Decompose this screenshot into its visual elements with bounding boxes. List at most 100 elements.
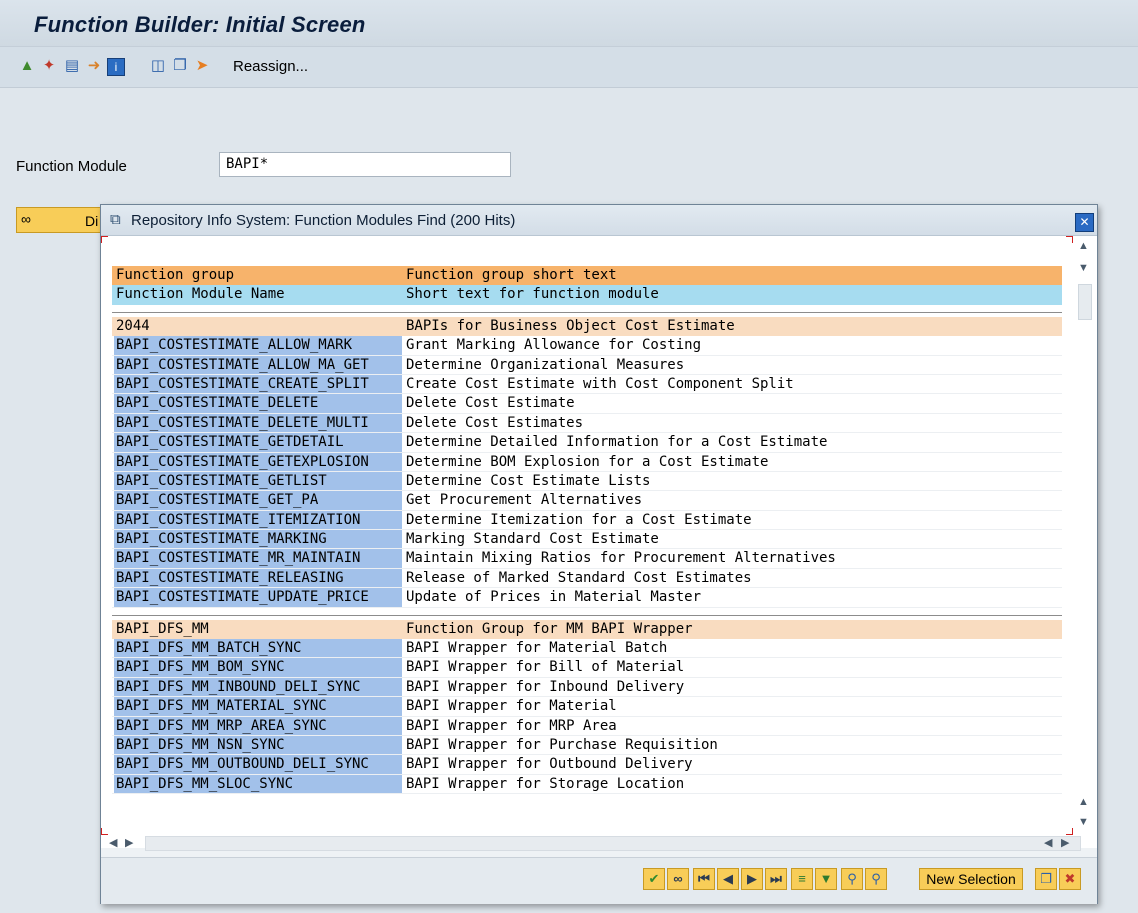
function-module-row[interactable]: BAPI_DFS_MM_INBOUND_DELI_SYNC BAPI Wrappe…: [112, 677, 1062, 698]
scroll-right-icon[interactable]: ▶: [1061, 836, 1069, 849]
function-module-text: BAPI Wrapper for Material Batch: [406, 640, 668, 657]
copy-icon[interactable]: ❐: [1035, 868, 1057, 890]
scroll-down-icon[interactable]: ▼: [1078, 262, 1089, 274]
dialog-title: Repository Info System: Function Modules…: [131, 212, 516, 229]
transport-icon[interactable]: ➜: [84, 56, 104, 76]
function-module-name: BAPI_COSTESTIMATE_GETEXPLOSION: [114, 452, 402, 471]
function-module-row[interactable]: BAPI_COSTESTIMATE_RELEASING Release of Ma…: [112, 568, 1062, 589]
function-group-row[interactable]: 2044 BAPIs for Business Object Cost Estim…: [112, 316, 1062, 337]
function-module-row[interactable]: BAPI_COSTESTIMATE_MR_MAINTAIN Maintain Mi…: [112, 549, 1062, 569]
function-module-row[interactable]: BAPI_COSTESTIMATE_DELETE Delete Cost Esti…: [112, 394, 1062, 414]
function-module-name: BAPI_COSTESTIMATE_DELETE_MULTI: [114, 413, 402, 433]
sort-icon[interactable]: ≡: [791, 868, 813, 890]
function-module-text: Delete Cost Estimates: [406, 414, 584, 431]
function-module-row[interactable]: BAPI_DFS_MM_SLOC_SYNC BAPI Wrapper for St…: [112, 774, 1062, 795]
object-list-icon[interactable]: ▲: [17, 56, 37, 76]
function-module-name: BAPI_COSTESTIMATE_GET_PA: [114, 491, 402, 510]
horizontal-scrollbar[interactable]: ◀ ▶ ◀ ▶: [101, 833, 1097, 855]
copy-icon[interactable]: ❐: [170, 56, 190, 76]
scroll-track[interactable]: [145, 836, 1081, 851]
reassign-button[interactable]: Reassign...: [233, 58, 308, 75]
function-module-row[interactable]: BAPI_COSTESTIMATE_GET_PA Get Procurement …: [112, 491, 1062, 511]
application-toolbar: ▲ ✦ ▤ ➜ i ◫ ❐ ➤ Reassign...: [0, 47, 1138, 88]
function-module-text: Determine Itemization for a Cost Estimat…: [406, 511, 752, 528]
confirm-icon[interactable]: ✔: [643, 868, 665, 890]
function-module-name: BAPI_COSTESTIMATE_ITEMIZATION: [114, 510, 402, 530]
function-module-row[interactable]: BAPI_COSTESTIMATE_ALLOW_MARK Grant Markin…: [112, 336, 1062, 356]
function-module-row[interactable]: BAPI_COSTESTIMATE_MARKING Marking Standar…: [112, 530, 1062, 550]
function-module-name: BAPI_DFS_MM_NSN_SYNC: [114, 735, 402, 755]
function-module-row[interactable]: BAPI_COSTESTIMATE_UPDATE_PRICE Update of …: [112, 588, 1062, 608]
title-bar: Function Builder: Initial Screen: [0, 0, 1138, 47]
first-page-icon[interactable]: ⏮: [693, 868, 715, 890]
function-module-row[interactable]: BAPI_COSTESTIMATE_CREATE_SPLIT Create Cos…: [112, 374, 1062, 395]
column-header-module-name: Function Module Name: [116, 286, 285, 303]
delete-icon[interactable]: ◫: [148, 56, 168, 76]
function-module-row[interactable]: BAPI_COSTESTIMATE_DELETE_MULTI Delete Cos…: [112, 413, 1062, 434]
function-module-row[interactable]: BAPI_DFS_MM_NSN_SYNC BAPI Wrapper for Pur…: [112, 735, 1062, 756]
filter-icon[interactable]: ▼: [815, 868, 837, 890]
scroll-right-icon[interactable]: ▶: [125, 836, 133, 849]
function-group-text: BAPIs for Business Object Cost Estimate: [406, 317, 735, 334]
function-module-text: BAPI Wrapper for Storage Location: [406, 775, 685, 792]
function-module-input[interactable]: BAPI*: [219, 152, 511, 177]
scroll-left-icon[interactable]: ◀: [109, 836, 117, 849]
header-row-module: Function Module Name Short text for func…: [112, 285, 1062, 305]
function-module-text: BAPI Wrapper for Bill of Material: [406, 659, 685, 676]
scroll-thumb[interactable]: [1078, 284, 1092, 320]
find-icon[interactable]: ⚲: [841, 868, 863, 890]
dialog-title-bar: ⧉ Repository Info System: Function Modul…: [101, 205, 1097, 236]
function-module-row[interactable]: BAPI_DFS_MM_MATERIAL_SYNC BAPI Wrapper fo…: [112, 697, 1062, 717]
function-module-text: Grant Marking Allowance for Costing: [406, 337, 702, 354]
function-module-text: Marking Standard Cost Estimate: [406, 531, 659, 548]
function-module-row[interactable]: BAPI_COSTESTIMATE_ITEMIZATION Determine I…: [112, 510, 1062, 531]
glasses-icon[interactable]: ∞: [667, 868, 689, 890]
column-header-module-text: Short text for function module: [406, 286, 659, 303]
function-module-row[interactable]: BAPI_COSTESTIMATE_GETDETAIL Determine Det…: [112, 433, 1062, 453]
function-module-name: BAPI_COSTESTIMATE_RELEASING: [114, 568, 402, 588]
dialog-content: Function group Function group short text…: [101, 236, 1097, 848]
function-module-text: Determine Detailed Information for a Cos…: [406, 434, 828, 451]
cancel-icon[interactable]: ✖: [1059, 868, 1081, 890]
function-module-text: Determine Cost Estimate Lists: [406, 472, 651, 489]
function-group-text: Function Group for MM BAPI Wrapper: [406, 620, 693, 637]
print-icon[interactable]: ▤: [62, 56, 82, 76]
function-module-row[interactable]: BAPI_COSTESTIMATE_ALLOW_MA_GET Determine …: [112, 355, 1062, 375]
function-module-name: BAPI_DFS_MM_OUTBOUND_DELI_SYNC: [114, 755, 402, 774]
close-icon[interactable]: ✕: [1075, 213, 1094, 232]
function-module-text: Delete Cost Estimate: [406, 395, 575, 412]
function-module-name: BAPI_COSTESTIMATE_GETDETAIL: [114, 433, 402, 452]
function-module-name: BAPI_COSTESTIMATE_UPDATE_PRICE: [114, 588, 402, 607]
last-page-icon[interactable]: ⏭: [765, 868, 787, 890]
function-module-row[interactable]: BAPI_COSTESTIMATE_GETEXPLOSION Determine …: [112, 452, 1062, 472]
function-module-row[interactable]: BAPI_DFS_MM_BOM_SYNC BAPI Wrapper for Bil…: [112, 658, 1062, 678]
function-module-text: Create Cost Estimate with Cost Component…: [406, 375, 794, 392]
next-page-icon[interactable]: ▶: [741, 868, 763, 890]
function-module-row[interactable]: BAPI_COSTESTIMATE_GETLIST Determine Cost …: [112, 471, 1062, 492]
group-separator: [112, 608, 1062, 620]
function-module-row[interactable]: BAPI_DFS_MM_BATCH_SYNC BAPI Wrapper for M…: [112, 639, 1062, 659]
rename-icon[interactable]: ➤: [192, 56, 212, 76]
scroll-up-icon[interactable]: ▲: [1078, 796, 1089, 808]
function-module-name: BAPI_DFS_MM_BOM_SYNC: [114, 658, 402, 677]
corner-marker: [1066, 236, 1073, 243]
vertical-scrollbar[interactable]: ▲ ▼ ▲ ▼: [1075, 236, 1093, 848]
magic-wand-icon[interactable]: ✦: [39, 56, 59, 76]
new-selection-button[interactable]: New Selection: [919, 868, 1023, 890]
function-module-text: Update of Prices in Material Master: [406, 589, 702, 606]
column-header-function-group: Function group: [116, 267, 235, 283]
scroll-down-icon[interactable]: ▼: [1078, 816, 1089, 828]
function-module-name: BAPI_COSTESTIMATE_CREATE_SPLIT: [114, 374, 402, 394]
find-next-icon[interactable]: ⚲: [865, 868, 887, 890]
scroll-up-icon[interactable]: ▲: [1078, 240, 1089, 252]
function-group-name: 2044: [116, 317, 150, 334]
function-module-row[interactable]: BAPI_DFS_MM_OUTBOUND_DELI_SYNC BAPI Wrapp…: [112, 755, 1062, 775]
function-group-row[interactable]: BAPI_DFS_MM Function Group for MM BAPI Wr…: [112, 619, 1062, 640]
function-module-text: Get Procurement Alternatives: [406, 492, 643, 509]
function-module-name: BAPI_DFS_MM_SLOC_SYNC: [114, 774, 402, 794]
previous-page-icon[interactable]: ◀: [717, 868, 739, 890]
glasses-icon: ∞: [21, 211, 31, 227]
scroll-left-icon[interactable]: ◀: [1044, 836, 1052, 849]
info-icon[interactable]: i: [107, 58, 125, 76]
function-module-row[interactable]: BAPI_DFS_MM_MRP_AREA_SYNC BAPI Wrapper fo…: [112, 716, 1062, 736]
